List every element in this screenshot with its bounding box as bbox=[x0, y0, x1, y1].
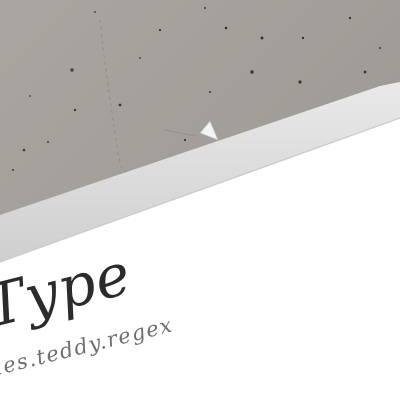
photo-scene: Type les.teddy.regex bbox=[0, 0, 400, 400]
background-photo bbox=[0, 0, 400, 400]
